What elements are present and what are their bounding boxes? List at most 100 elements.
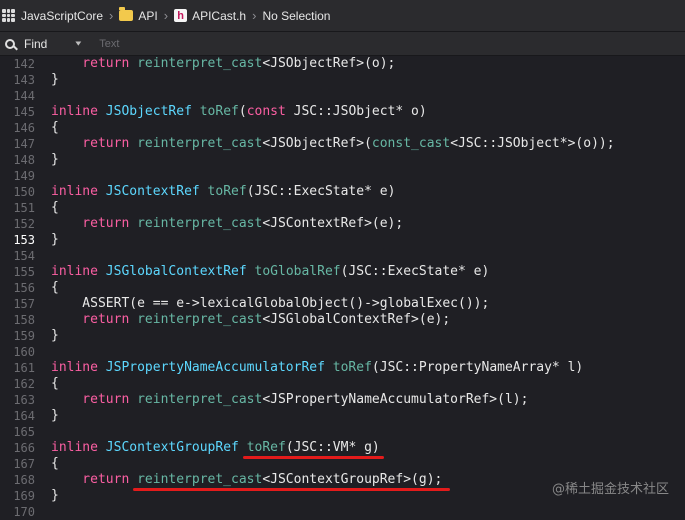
chevron-down-icon[interactable]: ▼ bbox=[73, 40, 83, 48]
code-line[interactable]: 164} bbox=[0, 408, 685, 424]
line-number: 162 bbox=[13, 377, 35, 391]
code-text: } bbox=[51, 72, 59, 88]
line-number: 157 bbox=[13, 297, 35, 311]
code-line[interactable]: 165 bbox=[0, 424, 685, 440]
code-token: { bbox=[51, 376, 59, 391]
code-token: } bbox=[51, 72, 59, 87]
line-number: 170 bbox=[13, 505, 35, 519]
find-input[interactable] bbox=[97, 36, 662, 51]
breadcrumb-symbol[interactable]: No Selection bbox=[262, 0, 330, 31]
code-editor[interactable]: 142 return reinterpret_cast<JSObjectRef>… bbox=[0, 56, 685, 519]
code-line[interactable]: 147 return reinterpret_cast<JSObjectRef>… bbox=[0, 136, 685, 152]
code-token: ( bbox=[238, 104, 247, 119]
code-text: return reinterpret_cast<JSObjectRef>(con… bbox=[51, 136, 614, 152]
breadcrumb-file[interactable]: h APICast.h bbox=[174, 0, 246, 31]
code-line[interactable]: 145 inline JSObjectRef toRef(const JSC::J… bbox=[0, 104, 685, 120]
search-icon[interactable] bbox=[5, 38, 15, 49]
code-line[interactable]: 142 return reinterpret_cast<JSObjectRef>… bbox=[0, 56, 685, 72]
code-token: (JSC::ExecState* e) bbox=[340, 264, 490, 279]
jump-bar: JavaScriptCore › API › h APICast.h › No … bbox=[0, 0, 685, 32]
code-line[interactable]: 143} bbox=[0, 72, 685, 88]
code-token: reinterpret_cast bbox=[137, 392, 263, 407]
code-token: return bbox=[51, 312, 138, 327]
code-text: } bbox=[51, 232, 59, 248]
line-number: 147 bbox=[13, 137, 35, 151]
code-token: reinterpret_cast bbox=[137, 216, 263, 231]
code-token: (JSC::ExecState* e) bbox=[246, 184, 396, 199]
breadcrumb-symbol-label: No Selection bbox=[262, 8, 331, 23]
code-token: } bbox=[51, 232, 59, 247]
code-text: inline JSContextGroupRef toRef(JSC::VM* … bbox=[51, 440, 380, 456]
code-token: (JSC::PropertyNameArray* l) bbox=[371, 360, 584, 375]
code-line[interactable]: 155 inline JSGlobalContextRef toGlobalRef… bbox=[0, 264, 685, 280]
code-line[interactable]: 152 return reinterpret_cast<JSContextRef… bbox=[0, 216, 685, 232]
code-token: <JSObjectRef>( bbox=[262, 136, 372, 151]
line-number: 151 bbox=[13, 201, 35, 215]
line-number: 145 bbox=[13, 105, 35, 119]
code-token: JSObjectRef bbox=[105, 104, 200, 119]
code-line[interactable]: 170 bbox=[0, 504, 685, 520]
code-token: JSPropertyNameAccumulatorRef bbox=[105, 360, 333, 375]
code-text: } bbox=[51, 408, 59, 424]
code-token: reinterpret_cast bbox=[137, 472, 263, 487]
code-token: inline bbox=[51, 184, 106, 199]
watermark: @稀土掘金技术社区 bbox=[551, 482, 669, 497]
code-token: { bbox=[51, 120, 59, 135]
line-number: 149 bbox=[13, 169, 35, 183]
code-token: { bbox=[51, 200, 59, 215]
code-token: return bbox=[51, 472, 138, 487]
code-line[interactable]: 146 { bbox=[0, 120, 685, 136]
code-line[interactable]: 160 bbox=[0, 344, 685, 360]
code-line[interactable]: 162 { bbox=[0, 376, 685, 392]
code-line[interactable]: 158 return reinterpret_cast<JSGlobalCont… bbox=[0, 312, 685, 328]
code-text: return reinterpret_cast<JSObjectRef>(o); bbox=[51, 56, 395, 72]
code-line[interactable]: 157 ASSERT(e == e->lexicalGlobalObject()… bbox=[0, 296, 685, 312]
code-line[interactable]: 150 inline JSContextRef toRef(JSC::ExecSt… bbox=[0, 184, 685, 200]
code-line[interactable]: 163 return reinterpret_cast<JSPropertyNa… bbox=[0, 392, 685, 408]
code-token: return bbox=[51, 216, 138, 231]
code-token: toRef bbox=[207, 184, 247, 199]
code-token: toRef bbox=[246, 440, 286, 455]
code-line[interactable]: 166 inline JSContextGroupRef toRef(JSC::V… bbox=[0, 440, 685, 456]
annotation-underline bbox=[242, 456, 384, 459]
code-line[interactable]: 159} bbox=[0, 328, 685, 344]
code-line[interactable]: 144 bbox=[0, 88, 685, 104]
code-line[interactable]: 154 bbox=[0, 248, 685, 264]
code-line[interactable]: 156 { bbox=[0, 280, 685, 296]
line-number: 169 bbox=[13, 489, 35, 503]
breadcrumb-group[interactable]: API bbox=[119, 0, 158, 31]
code-text: { bbox=[51, 376, 59, 392]
header-file-icon: h bbox=[174, 9, 188, 22]
chevron-right-icon: › bbox=[109, 8, 114, 23]
code-token: <JSContextRef>(e); bbox=[262, 216, 404, 231]
code-text: } bbox=[51, 488, 59, 504]
line-number: 142 bbox=[13, 57, 35, 71]
line-number: 155 bbox=[13, 265, 35, 279]
code-line[interactable]: 149 bbox=[0, 168, 685, 184]
code-token: inline bbox=[51, 440, 106, 455]
breadcrumb-project[interactable]: JavaScriptCore bbox=[0, 0, 103, 31]
chevron-right-icon: › bbox=[252, 8, 257, 23]
annotation-underline bbox=[133, 488, 451, 491]
code-line[interactable]: 161 inline JSPropertyNameAccumulatorRef t… bbox=[0, 360, 685, 376]
code-token: JSC::JSObject* o) bbox=[293, 104, 427, 119]
code-line[interactable]: 148} bbox=[0, 152, 685, 168]
find-bar: Find ▼ bbox=[0, 32, 685, 56]
folder-icon bbox=[119, 7, 134, 21]
code-text: return reinterpret_cast<JSContextGroupRe… bbox=[51, 472, 442, 488]
code-text: { bbox=[51, 120, 59, 136]
code-line[interactable]: 153} bbox=[0, 232, 685, 248]
code-line[interactable]: 151 { bbox=[0, 200, 685, 216]
find-mode-label[interactable]: Find bbox=[24, 37, 47, 51]
code-token: return bbox=[51, 56, 138, 71]
code-text: ASSERT(e == e->lexicalGlobalObject()->gl… bbox=[51, 296, 489, 312]
breadcrumb-project-label: JavaScriptCore bbox=[21, 8, 104, 23]
line-number: 150 bbox=[13, 185, 35, 199]
line-number: 153 bbox=[13, 233, 35, 247]
code-token: } bbox=[51, 328, 59, 343]
line-number: 148 bbox=[13, 153, 35, 167]
chevron-right-icon: › bbox=[163, 8, 169, 23]
line-number: 156 bbox=[13, 281, 35, 295]
code-token: inline bbox=[51, 360, 106, 375]
code-token: JSContextGroupRef bbox=[105, 440, 247, 455]
